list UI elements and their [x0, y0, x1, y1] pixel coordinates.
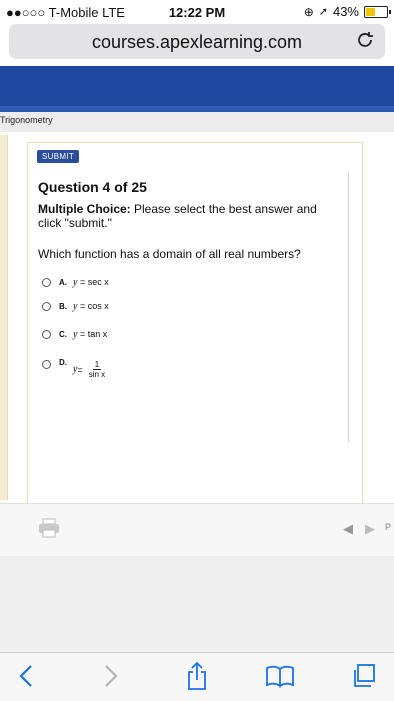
radio-c[interactable]: [42, 330, 51, 339]
radio-d[interactable]: [42, 360, 51, 369]
next-arrow-icon[interactable]: ▶: [365, 521, 375, 537]
status-bar: ●●○○○ T-Mobile LTE 12:22 PM ⊕ ➚ 43%: [0, 0, 394, 24]
submit-button[interactable]: SUBMIT: [37, 150, 80, 163]
choice-a[interactable]: A. y = sec x: [42, 277, 109, 288]
forward-icon[interactable]: [96, 660, 126, 692]
radio-b[interactable]: [42, 302, 51, 311]
fraction: 1 sin x: [88, 360, 106, 379]
status-right: ⊕ ➚ 43%: [303, 4, 391, 19]
question-prompt: Which function has a domain of all real …: [38, 247, 301, 261]
location-icon: ➚: [318, 6, 328, 18]
rotation-lock-icon: ⊕: [303, 4, 314, 19]
reload-icon[interactable]: [357, 30, 375, 56]
site-header: [0, 66, 394, 106]
choice-d[interactable]: D. y = 1 sin x: [42, 358, 107, 379]
previous-arrow-icon[interactable]: ◀: [343, 521, 353, 537]
choice-c-letter: C.: [59, 330, 67, 339]
radio-a[interactable]: [42, 278, 51, 287]
address-bar[interactable]: courses.apexlearning.com: [9, 24, 385, 59]
battery-percent: 43%: [332, 4, 359, 19]
choice-c-expression: y = tan x: [73, 329, 108, 340]
choice-d-letter: D.: [59, 358, 67, 367]
choice-b-expression: y = cos x: [73, 301, 109, 312]
tabs-icon[interactable]: [349, 660, 379, 692]
choice-a-letter: A.: [59, 278, 67, 287]
question-title: Question 4 of 25: [38, 179, 147, 195]
back-icon[interactable]: [11, 660, 41, 692]
instructions: Multiple Choice: Please select the best …: [38, 202, 338, 230]
url-text[interactable]: courses.apexlearning.com: [9, 32, 385, 53]
choice-a-expression: y = sec x: [73, 277, 109, 288]
print-icon[interactable]: [38, 518, 60, 538]
page-bottom-area: [0, 556, 394, 652]
question-panel: [27, 142, 363, 504]
left-sidebar-edge: [0, 135, 8, 500]
battery-fill: [366, 7, 376, 16]
choice-c[interactable]: C. y = tan x: [42, 329, 107, 340]
battery-icon: [364, 5, 391, 18]
panel-divider: [348, 173, 349, 442]
course-strip: [0, 112, 394, 132]
share-icon[interactable]: [182, 660, 212, 692]
choice-b[interactable]: B. y = cos x: [42, 301, 109, 312]
choice-d-expression: y = 1 sin x: [73, 360, 106, 379]
next-label[interactable]: P: [385, 522, 391, 532]
choice-b-letter: B.: [59, 302, 67, 311]
course-title: Trigonometry: [0, 115, 53, 125]
bookmarks-icon[interactable]: [265, 660, 295, 692]
instructions-label: Multiple Choice:: [38, 202, 131, 216]
